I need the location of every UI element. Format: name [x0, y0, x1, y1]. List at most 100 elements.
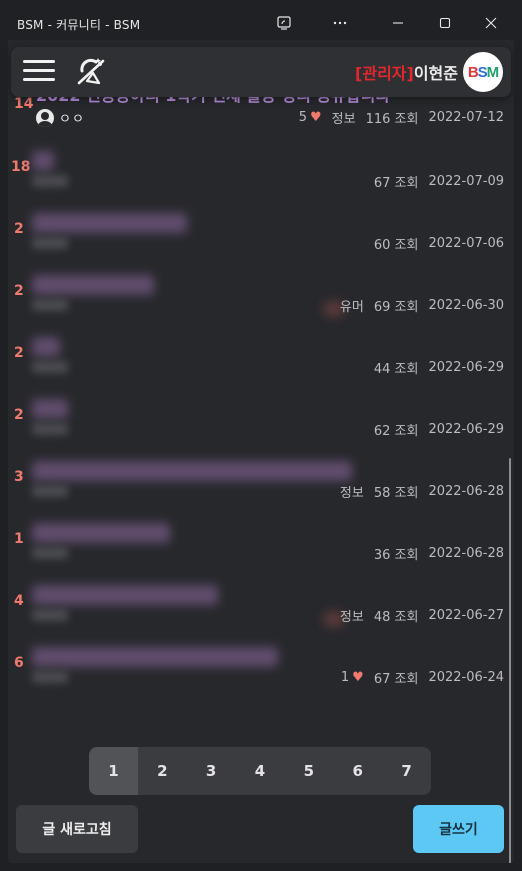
post-title-redacted[interactable] [32, 399, 68, 419]
more-icon[interactable] [320, 8, 360, 38]
pagination: 1 2 3 4 5 6 7 [89, 747, 431, 795]
post-likes: 5 [298, 110, 307, 125]
post-date: 2022-06-24 [428, 670, 504, 685]
write-post-button[interactable]: 글쓰기 [413, 805, 504, 853]
minimize-icon[interactable] [378, 8, 418, 38]
avatar[interactable]: BSM [463, 52, 503, 92]
post-meta: 36 조회 2022-06-28 [364, 544, 504, 563]
post-meta: 정보 58 조회 2022-06-28 [340, 482, 504, 501]
app-viewport: [관리자] 이현준 BSM 14 2022 전공동아리 1학기 전체 활동 정리… [8, 40, 514, 863]
list-item[interactable]: 1 36 조회 2022-06-28 [8, 513, 514, 575]
post-author: ㅇㅇ [36, 108, 85, 127]
post-date: 2022-06-29 [428, 422, 504, 437]
bsm-logo-icon[interactable] [73, 55, 109, 89]
maximize-icon[interactable] [425, 8, 465, 38]
post-meta: 유머 69 조회 2022-06-30 [340, 296, 504, 315]
post-date: 2022-06-29 [428, 360, 504, 375]
post-date: 2022-07-06 [428, 236, 504, 251]
post-comment-count: 18 [11, 159, 31, 175]
page-button-6[interactable]: 6 [333, 747, 382, 795]
post-title-redacted[interactable] [32, 647, 278, 667]
post-views: 67 조회 [373, 672, 419, 687]
post-category: 정보 [339, 610, 364, 625]
post-views: 116 조회 [365, 112, 419, 127]
post-date: 2022-06-28 [428, 546, 504, 561]
list-item[interactable]: 3 정보 58 조회 2022-06-28 [8, 451, 514, 513]
app-header: [관리자] 이현준 BSM [11, 47, 511, 97]
post-meta: 60 조회 2022-07-06 [364, 234, 504, 253]
post-views: 44 조회 [373, 362, 419, 377]
post-category: 정보 [331, 112, 356, 127]
post-comment-count: 2 [14, 283, 24, 299]
post-title-redacted[interactable] [32, 213, 187, 233]
post-date: 2022-06-30 [428, 298, 504, 313]
post-author-redacted [32, 671, 68, 683]
post-views: 69 조회 [373, 300, 419, 315]
post-date: 2022-07-09 [428, 174, 504, 189]
scrollbar[interactable] [509, 458, 511, 863]
list-item[interactable]: 2 62 조회 2022-06-29 [8, 389, 514, 451]
post-views: 67 조회 [373, 176, 419, 191]
post-title-redacted[interactable] [32, 337, 60, 357]
post-meta: 5 ♥ 정보 116 조회 2022-07-12 [299, 108, 504, 127]
hamburger-menu-icon[interactable] [23, 60, 55, 84]
post-meta: 44 조회 2022-06-29 [364, 358, 504, 377]
user-name: 이현준 [413, 64, 458, 83]
list-item[interactable]: 2 60 조회 2022-07-06 [8, 203, 514, 265]
post-author-redacted [32, 175, 68, 187]
user-icon [36, 108, 54, 127]
post-title-redacted[interactable] [32, 151, 54, 171]
list-item[interactable]: 2 유머 69 조회 2022-06-30 [8, 265, 514, 327]
close-icon[interactable] [471, 8, 511, 38]
post-date: 2022-06-27 [428, 608, 504, 623]
post-meta: 1 ♥ 67 조회 2022-06-24 [341, 668, 504, 687]
post-title-redacted[interactable] [32, 585, 218, 605]
page-button-2[interactable]: 2 [138, 747, 187, 795]
post-comment-count: 3 [14, 469, 24, 485]
page-button-5[interactable]: 5 [284, 747, 333, 795]
post-comment-count: 2 [14, 345, 24, 361]
heart-icon: ♥ [309, 110, 322, 125]
post-title-redacted[interactable] [32, 523, 170, 543]
heart-icon: ♥ [352, 670, 364, 685]
post-comment-count: 6 [14, 655, 24, 671]
post-views: 60 조회 [373, 238, 419, 253]
list-item[interactable]: 6 1 ♥ 67 조회 2022-06-24 [8, 637, 514, 699]
post-meta: 정보 48 조회 2022-06-27 [340, 606, 504, 625]
post-comment-count: 2 [14, 407, 24, 423]
page-button-3[interactable]: 3 [187, 747, 236, 795]
refresh-posts-button[interactable]: 글 새로고침 [16, 805, 138, 853]
list-item[interactable]: 2 44 조회 2022-06-29 [8, 327, 514, 389]
post-views: 36 조회 [373, 548, 419, 563]
post-author-redacted [32, 361, 68, 373]
post-title-redacted[interactable] [32, 461, 352, 481]
post-comment-count: 2 [14, 221, 24, 237]
post-comment-count: 14 [14, 96, 34, 112]
post-views: 58 조회 [373, 486, 419, 501]
list-item[interactable]: 18 67 조회 2022-07-09 [8, 141, 514, 203]
post-author-redacted [32, 237, 68, 249]
post-author-redacted [32, 609, 68, 621]
page-button-7[interactable]: 7 [382, 747, 431, 795]
post-author-redacted [32, 423, 68, 435]
post-date: 2022-07-12 [428, 110, 504, 125]
list-item[interactable]: 4 정보 48 조회 2022-06-27 [8, 575, 514, 637]
page-button-1[interactable]: 1 [89, 747, 138, 795]
post-meta: 62 조회 2022-06-29 [364, 420, 504, 439]
post-author-redacted [32, 485, 68, 497]
post-views: 62 조회 [373, 424, 419, 439]
cast-icon[interactable] [264, 8, 304, 38]
user-role: [관리자] [355, 64, 414, 83]
post-category: 유머 [339, 300, 364, 315]
post-author-redacted [32, 547, 68, 559]
post-meta: 67 조회 2022-07-09 [364, 172, 504, 191]
post-likes: 1 [340, 670, 350, 685]
page-button-4[interactable]: 4 [236, 747, 285, 795]
window-title: BSM - 커뮤니티 - BSM [17, 18, 141, 32]
post-author-redacted [32, 299, 68, 311]
post-date: 2022-06-28 [428, 484, 504, 499]
post-comment-count: 4 [14, 593, 24, 609]
post-title-redacted[interactable] [32, 275, 154, 295]
user-profile[interactable]: [관리자] 이현준 BSM [355, 50, 503, 94]
post-category: 정보 [339, 486, 364, 501]
